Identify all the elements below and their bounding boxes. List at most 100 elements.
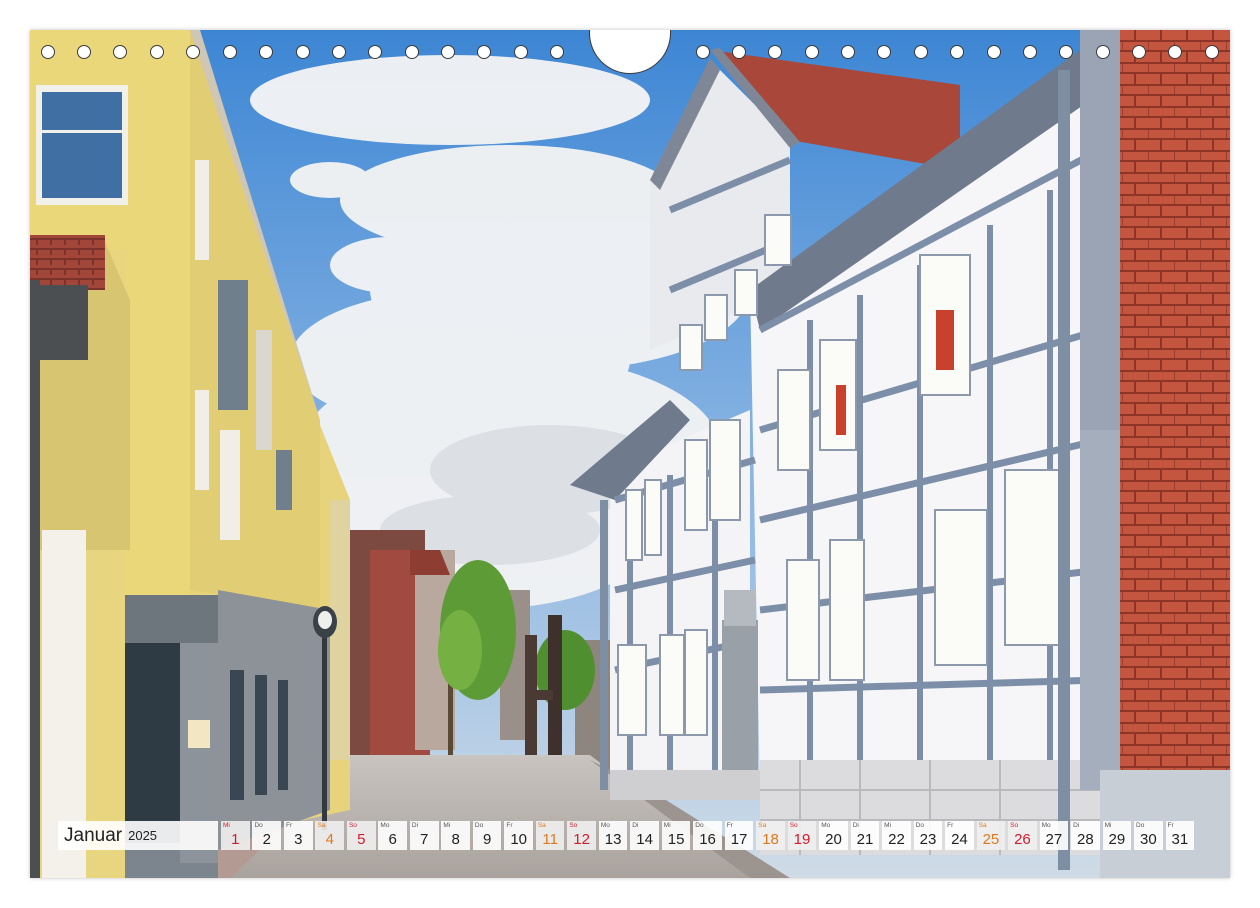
weekday-abbrev: Di: [632, 822, 639, 829]
weekday-abbrev: Mo: [600, 822, 610, 829]
day-number: 25: [982, 831, 1000, 848]
weekday-abbrev: Fr: [506, 822, 513, 829]
day-cell: Sa 11: [535, 821, 565, 850]
weekday-abbrev: Mi: [1104, 822, 1112, 829]
day-number: 4: [325, 831, 334, 848]
weekday-abbrev: Sa: [758, 822, 767, 829]
photo-old-town-street: [30, 30, 1230, 878]
day-number: 3: [294, 831, 303, 848]
month-label-box: Januar 2025: [58, 821, 218, 850]
weekday-abbrev: Di: [411, 822, 419, 829]
weekday-abbrev: Sa: [317, 822, 326, 829]
day-cell: Mo 20: [819, 821, 848, 850]
day-number: 16: [699, 831, 716, 848]
weekday-abbrev: Do: [254, 822, 263, 829]
day-number: 1: [231, 831, 240, 848]
day-cell: Fr 31: [1165, 821, 1195, 850]
weekday-abbrev: Do: [474, 822, 484, 829]
day-cell: Mi 1: [221, 821, 250, 850]
day-cell: Sa 4: [315, 821, 345, 850]
day-cell: Mi 22: [882, 821, 911, 850]
weekday-abbrev: Mo: [1041, 822, 1051, 829]
day-cell: Mo 6: [378, 821, 408, 850]
day-cell: Mo 27: [1039, 821, 1069, 850]
day-cell: So 26: [1008, 821, 1037, 850]
weekday-abbrev: Mi: [223, 822, 230, 829]
day-number: 15: [667, 831, 685, 848]
day-number: 8: [451, 831, 460, 848]
weekday-abbrev: Mi: [443, 822, 451, 829]
day-number: 18: [762, 831, 779, 848]
day-cell: Do 9: [472, 821, 502, 850]
weekday-abbrev: Mo: [821, 822, 831, 829]
day-number: 5: [357, 831, 366, 848]
day-cell: Mi 29: [1102, 821, 1132, 850]
day-number: 31: [1171, 831, 1189, 848]
month-name: Januar: [64, 824, 123, 846]
calendar-strip: Januar 2025 Mi 1 Do 2 Fr 3 Sa 4 So 5 Mo 6 Di 7 Mi 8 Do 9 F…: [58, 821, 1197, 850]
day-cell: So 5: [346, 821, 376, 850]
day-number: 28: [1077, 831, 1094, 848]
day-number: 10: [510, 831, 527, 848]
day-cell: Fr 24: [945, 821, 974, 850]
weekday-abbrev: Fr: [1167, 822, 1174, 829]
day-cell: Do 2: [252, 821, 282, 850]
calendar-page: [30, 30, 1230, 878]
day-cell: Do 16: [693, 821, 722, 850]
weekday-abbrev: So: [348, 822, 357, 829]
day-number: 13: [604, 831, 622, 848]
day-cell: So 12: [567, 821, 596, 850]
day-number: 27: [1045, 831, 1063, 848]
weekday-abbrev: So: [1010, 822, 1019, 829]
weekday-abbrev: Di: [852, 822, 859, 829]
weekday-abbrev: Sa: [537, 822, 546, 829]
day-number: 19: [793, 831, 811, 848]
day-number: 22: [888, 831, 905, 848]
day-number: 7: [420, 831, 429, 848]
day-number: 21: [856, 831, 874, 848]
weekday-abbrev: So: [569, 822, 578, 829]
day-cell: Sa 18: [756, 821, 785, 850]
day-number: 20: [825, 831, 842, 848]
day-cell: Sa 25: [976, 821, 1006, 850]
day-number: 11: [542, 831, 558, 848]
day-number: 12: [573, 831, 590, 848]
day-number: 2: [262, 831, 271, 848]
day-cell: So 19: [787, 821, 817, 850]
day-cell: Di 14: [630, 821, 659, 850]
day-number: 6: [388, 831, 397, 848]
day-cell: Fr 10: [504, 821, 533, 850]
day-cell: Do 23: [913, 821, 943, 850]
weekday-abbrev: Mi: [663, 822, 671, 829]
day-number: 17: [730, 831, 748, 848]
day-number: 24: [951, 831, 968, 848]
day-cell: Fr 3: [283, 821, 313, 850]
weekday-abbrev: Fr: [285, 822, 293, 829]
weekday-abbrev: Mo: [380, 822, 390, 829]
day-cell: Do 30: [1134, 821, 1163, 850]
day-number: 23: [919, 831, 937, 848]
day-cell: Mo 13: [598, 821, 628, 850]
weekday-abbrev: Mi: [884, 822, 892, 829]
day-cell: Mi 15: [661, 821, 691, 850]
day-cells: Mi 1 Do 2 Fr 3 Sa 4 So 5 Mo 6 Di 7 Mi 8 Do 9 Fr 10 Sa 11 So 12 M…: [221, 821, 1197, 850]
weekday-abbrev: Do: [915, 822, 924, 829]
day-number: 9: [483, 831, 492, 848]
day-cell: Di 7: [409, 821, 439, 850]
weekday-abbrev: Do: [695, 822, 704, 829]
day-cell: Mi 8: [441, 821, 470, 850]
day-cell: Di 28: [1071, 821, 1100, 850]
day-number: 26: [1014, 831, 1031, 848]
weekday-abbrev: Do: [1136, 822, 1145, 829]
day-number: 14: [636, 831, 653, 848]
day-number: 30: [1140, 831, 1157, 848]
day-cell: Fr 17: [724, 821, 754, 850]
weekday-abbrev: Di: [1073, 822, 1080, 829]
month-year: 2025: [128, 828, 158, 843]
weekday-abbrev: Fr: [947, 822, 954, 829]
weekday-abbrev: Sa: [978, 822, 987, 829]
weekday-abbrev: Fr: [726, 822, 733, 829]
day-number: 29: [1108, 831, 1126, 848]
weekday-abbrev: So: [789, 822, 798, 829]
day-cell: Di 21: [850, 821, 880, 850]
